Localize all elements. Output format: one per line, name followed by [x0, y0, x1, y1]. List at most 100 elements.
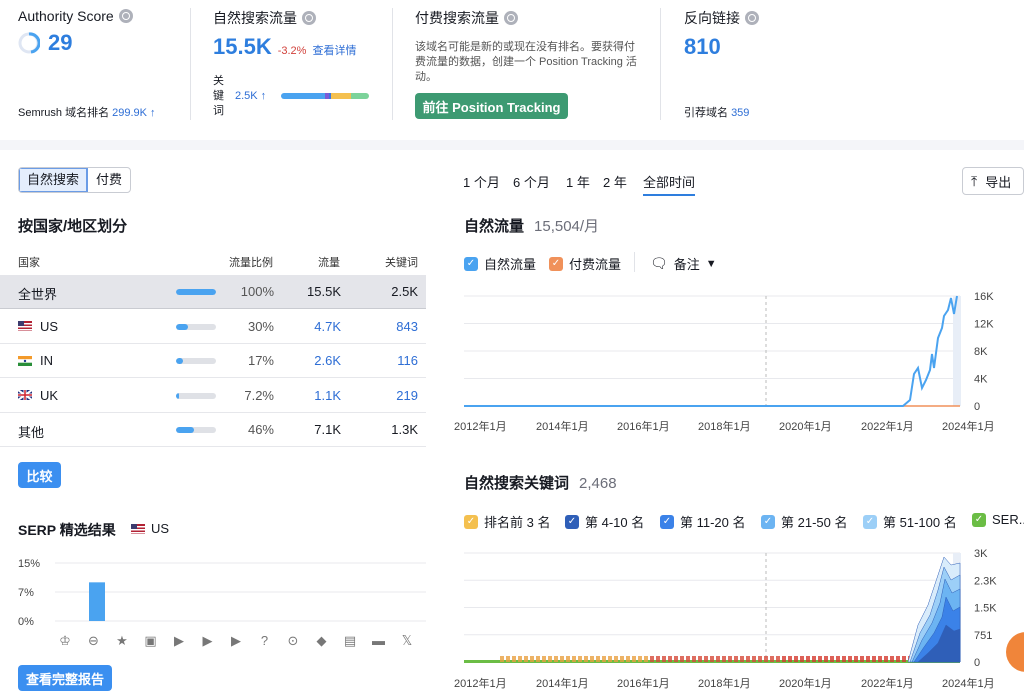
keyword-legend-item[interactable]: ✓ 第 51-100 名 [863, 512, 957, 531]
country-name: 全世界 [18, 287, 58, 302]
annotation-marker [500, 656, 504, 662]
notes-dropdown[interactable]: 🗨 备注 ▼ [650, 254, 717, 273]
info-icon[interactable] [118, 9, 133, 23]
traffic-type-toggle: 自然搜索 付费 [18, 167, 132, 193]
traffic-value[interactable]: 4.7K [314, 319, 341, 334]
period-tab[interactable]: 6 个月 [513, 172, 550, 191]
serp-chart: 15% 7% 0% ♔ ⊖ ★ ▣ ▶ ▶ ▶? ⊙ ◆ ▤ ▬ 𝕏 [18, 558, 426, 648]
keyword-legend-item[interactable]: ✓ 第 4-10 名 [565, 512, 644, 531]
info-icon[interactable] [745, 11, 759, 25]
serp-country[interactable]: US [131, 521, 169, 536]
share-bar [176, 427, 216, 433]
country-section-title: 按国家/地区划分 [18, 218, 128, 235]
country-row[interactable]: 全世界 100% 15.5K 2.5K [0, 275, 426, 309]
country-row[interactable]: 其他 46% 7.1K 1.3K [0, 413, 426, 447]
view-details-link[interactable]: 查看详情 [312, 42, 356, 58]
period-tab[interactable]: 2 年 [603, 172, 627, 191]
export-button[interactable]: ⤒ 导出 [962, 167, 1024, 195]
keywords-value[interactable]: 116 [397, 353, 418, 368]
annotation-marker [758, 656, 762, 662]
upload-icon: ⤒ [971, 172, 978, 189]
y-tick-label: 8K [974, 346, 988, 358]
traffic-value[interactable]: 2.6K [314, 353, 341, 368]
keyword-legend-item[interactable]: ✓ 第 21-50 名 [761, 512, 847, 531]
y-tick-label: 751 [974, 630, 992, 642]
annotation-marker [776, 656, 780, 662]
keyword-legend-item[interactable]: ✓ 第 11-20 名 [660, 512, 746, 531]
country-name: UK [18, 388, 58, 403]
tab-organic[interactable]: 自然搜索 [19, 168, 89, 192]
keywords-chart-title: 自然搜索关键词 [464, 475, 570, 492]
annotation-marker [806, 656, 810, 662]
checkbox-icon: ✓ [761, 514, 775, 529]
annotation-marker [596, 656, 600, 662]
x-tick-label: 2014年1月 [536, 676, 589, 690]
y-tick-label: 0% [18, 616, 34, 628]
y-tick-label: 3K [974, 548, 988, 560]
organic-traffic-value[interactable]: 15.5K [213, 34, 272, 60]
col-traffic[interactable]: 流量 [318, 254, 340, 270]
serp-feature-icon: ◆ [317, 633, 327, 648]
divider [634, 252, 635, 272]
x-tick-label: 2022年1月 [861, 676, 914, 690]
backlinks-label: 反向链接 [684, 10, 740, 26]
annotation-marker [692, 656, 696, 662]
checkbox-icon: ✓ [972, 512, 986, 527]
traffic-value: 15.5K [307, 284, 341, 299]
country-row[interactable]: IN 17% 2.6K 116 [0, 344, 426, 378]
backlinks-value[interactable]: 810 [684, 34, 721, 59]
annotation-marker [752, 656, 756, 662]
x-tick-label: 2022年1月 [861, 419, 914, 433]
referring-domains-value[interactable]: 359 [731, 107, 749, 119]
legend-organic[interactable]: ✓ 自然流量 [464, 254, 536, 273]
legend-paid[interactable]: ✓ 付费流量 [549, 254, 621, 273]
annotation-marker [866, 656, 870, 662]
keywords-value[interactable]: 219 [396, 388, 418, 403]
annotation-marker [632, 656, 636, 662]
country-name: IN [18, 353, 53, 368]
checkbox-icon: ✓ [660, 514, 674, 529]
traffic-value[interactable]: 1.1K [314, 388, 341, 403]
country-row[interactable]: UK 7.2% 1.1K 219 [0, 379, 426, 413]
full-report-button[interactable]: 查看完整报告 [18, 665, 112, 691]
info-icon[interactable] [302, 11, 316, 25]
annotation-marker [728, 656, 732, 662]
annotation-marker [734, 656, 738, 662]
share-bar [176, 323, 216, 330]
share-bar [176, 289, 216, 295]
annotation-marker [548, 656, 552, 662]
col-keywords[interactable]: 关键词 [385, 254, 418, 270]
period-tab[interactable]: 全部时间 [643, 172, 696, 196]
country-row[interactable]: US 30% 4.7K 843 [0, 310, 426, 344]
position-tracking-button[interactable]: 前往 Position Tracking [415, 93, 568, 119]
keyword-legend-item[interactable]: ✓SER... [972, 512, 1024, 527]
period-tab[interactable]: 1 个月 [463, 172, 500, 191]
y-tick-label: 7% [18, 587, 34, 599]
rank-value[interactable]: 299.9K ↑ [112, 107, 155, 119]
organic-card: 自然搜索流量 15.5K -3.2% 查看详情 [213, 8, 356, 60]
annotation-marker [662, 656, 666, 662]
annotation-marker [830, 656, 834, 662]
us-flag-icon [131, 523, 145, 534]
period-tab[interactable]: 1 年 [566, 172, 590, 191]
serp-feature-icon: ▶ [231, 633, 241, 648]
annotation-marker [626, 656, 630, 662]
checkbox-icon: ✓ [464, 514, 478, 529]
col-share[interactable]: 流量比例 [229, 254, 273, 270]
serp-feature-icon: ▬ [372, 633, 385, 648]
authority-label: Authority Score [18, 8, 114, 24]
authority-card: Authority Score 29 [18, 8, 133, 56]
compare-button[interactable]: 比较 [18, 462, 61, 488]
paid-label: 付费搜索流量 [415, 10, 499, 26]
keywords-value[interactable]: 2.5K ↑ [235, 90, 266, 102]
serp-feature-icon: ▶ [174, 633, 184, 648]
tab-paid[interactable]: 付费 [88, 168, 130, 192]
y-tick-label: 1.5K [974, 603, 997, 615]
annotation-marker [812, 656, 816, 662]
us-flag-icon [18, 321, 32, 331]
annotation-marker [512, 656, 516, 662]
annotation-marker [800, 656, 804, 662]
keywords-value[interactable]: 843 [396, 319, 418, 334]
info-icon[interactable] [504, 11, 518, 25]
keyword-legend-item[interactable]: ✓ 排名前 3 名 [464, 512, 550, 531]
